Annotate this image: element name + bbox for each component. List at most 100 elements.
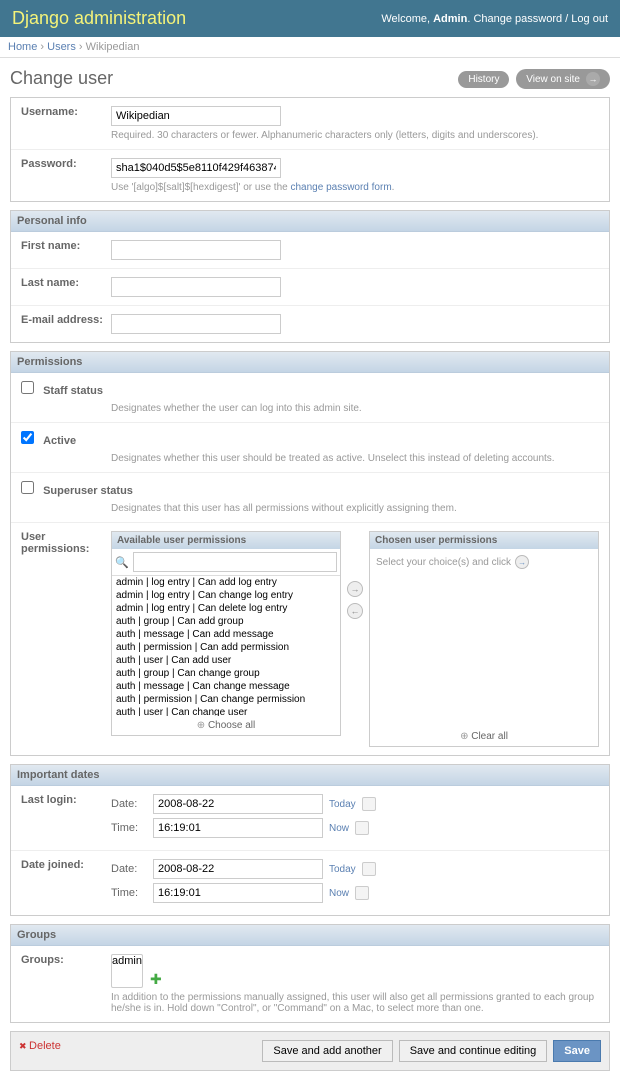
calendar-icon[interactable] bbox=[362, 862, 376, 876]
permission-option[interactable]: auth | group | Can add group bbox=[112, 615, 340, 628]
today-link[interactable]: Today bbox=[329, 799, 356, 810]
time-sublabel: Time: bbox=[111, 887, 147, 899]
available-title: Available user permissions bbox=[112, 532, 340, 549]
time-sublabel: Time: bbox=[111, 822, 147, 834]
delete-link[interactable]: Delete bbox=[19, 1040, 61, 1052]
permission-option[interactable]: auth | message | Can add message bbox=[112, 628, 340, 641]
group-option[interactable]: admin bbox=[112, 955, 142, 968]
add-icon: → bbox=[515, 555, 529, 569]
user-tools: Welcome, Admin. Change password / Log ou… bbox=[381, 13, 608, 25]
date-joined-time-input[interactable] bbox=[153, 883, 323, 903]
active-label[interactable]: Active bbox=[43, 435, 76, 447]
history-button[interactable]: History bbox=[458, 71, 509, 88]
email-input[interactable] bbox=[111, 314, 281, 334]
row-groups: Groups: admin ✚ In addition to the permi… bbox=[11, 946, 609, 1022]
row-active: Active Designates whether this user shou… bbox=[11, 423, 609, 473]
superuser-label[interactable]: Superuser status bbox=[43, 485, 133, 497]
breadcrumb-users[interactable]: Users bbox=[47, 41, 76, 53]
now-link[interactable]: Now bbox=[329, 888, 349, 899]
change-password-link[interactable]: Change password bbox=[473, 13, 562, 25]
now-link[interactable]: Now bbox=[329, 823, 349, 834]
user-permissions-label: User permissions: bbox=[21, 531, 105, 555]
last-login-time-input[interactable] bbox=[153, 818, 323, 838]
last-login-label: Last login: bbox=[21, 794, 105, 806]
groups-label: Groups: bbox=[21, 954, 105, 966]
permission-option[interactable]: auth | user | Can change user bbox=[112, 706, 340, 716]
password-input[interactable] bbox=[111, 158, 281, 178]
staff-help: Designates whether the user can log into… bbox=[111, 403, 599, 414]
staff-label[interactable]: Staff status bbox=[43, 385, 103, 397]
row-email: E-mail address: bbox=[11, 306, 609, 342]
object-tools: History View on site bbox=[454, 69, 610, 89]
permission-filter-input[interactable] bbox=[133, 552, 337, 572]
username-input[interactable] bbox=[111, 106, 281, 126]
site-title: Django administration bbox=[12, 8, 186, 29]
selector-filter: 🔍 bbox=[112, 549, 340, 576]
choose-all-link[interactable]: Choose all bbox=[112, 716, 340, 735]
permission-option[interactable]: auth | user | Can add user bbox=[112, 654, 340, 667]
last-name-label: Last name: bbox=[21, 277, 105, 289]
permission-option[interactable]: admin | log entry | Can add log entry bbox=[112, 576, 340, 589]
row-user-permissions: User permissions: Available user permiss… bbox=[11, 523, 609, 755]
available-select[interactable]: admin | log entry | Can add log entryadm… bbox=[112, 576, 340, 716]
date-joined-date-input[interactable] bbox=[153, 859, 323, 879]
permission-option[interactable]: admin | log entry | Can delete log entry bbox=[112, 602, 340, 615]
logout-link[interactable]: Log out bbox=[571, 13, 608, 25]
superuser-help: Designates that this user has all permis… bbox=[111, 503, 599, 514]
permission-option[interactable]: auth | message | Can change message bbox=[112, 680, 340, 693]
row-first-name: First name: bbox=[11, 232, 609, 269]
module-groups: Groups Groups: admin ✚ In addition to th… bbox=[10, 924, 610, 1023]
header: Django administration Welcome, Admin. Ch… bbox=[0, 0, 620, 37]
password-help: Use '[algo]$[salt]$[hexdigest]' or use t… bbox=[111, 182, 599, 193]
permission-option[interactable]: admin | log entry | Can change log entry bbox=[112, 589, 340, 602]
groups-help: In addition to the permissions manually … bbox=[111, 992, 599, 1014]
module-dates: Important dates Last login: Date: Today … bbox=[10, 764, 610, 916]
permission-option[interactable]: auth | group | Can change group bbox=[112, 667, 340, 680]
add-group-icon[interactable]: ✚ bbox=[150, 971, 162, 987]
permission-option[interactable]: auth | permission | Can change permissio… bbox=[112, 693, 340, 706]
chosen-permissions: Chosen user permissions Select your choi… bbox=[369, 531, 599, 747]
row-staff: Staff status Designates whether the user… bbox=[11, 373, 609, 423]
change-password-form-link[interactable]: change password form bbox=[290, 182, 391, 193]
branding: Django administration bbox=[12, 8, 186, 29]
chosen-help: Select your choice(s) and click → bbox=[370, 549, 598, 575]
first-name-input[interactable] bbox=[111, 240, 281, 260]
clock-icon[interactable] bbox=[355, 886, 369, 900]
row-last-login: Last login: Date: Today Time: Now bbox=[11, 786, 609, 851]
username-label: Username: bbox=[21, 106, 105, 118]
last-name-input[interactable] bbox=[111, 277, 281, 297]
view-on-site-button[interactable]: View on site bbox=[516, 69, 610, 89]
save-continue-button[interactable] bbox=[399, 1040, 548, 1062]
staff-checkbox[interactable] bbox=[21, 381, 34, 394]
permissions-selector: Available user permissions 🔍 admin | log… bbox=[111, 531, 599, 747]
remove-button[interactable]: ← bbox=[347, 603, 363, 619]
active-help: Designates whether this user should be t… bbox=[111, 453, 599, 464]
username-help: Required. 30 characters or fewer. Alphan… bbox=[111, 130, 599, 141]
module-permissions: Permissions Staff status Designates whet… bbox=[10, 351, 610, 756]
search-icon: 🔍 bbox=[115, 556, 129, 569]
welcome-text: Welcome, bbox=[381, 13, 430, 25]
row-last-name: Last name: bbox=[11, 269, 609, 306]
active-checkbox[interactable] bbox=[21, 431, 34, 444]
clear-all-link[interactable]: Clear all bbox=[370, 727, 598, 746]
date-sublabel: Date: bbox=[111, 798, 147, 810]
row-username: Username: Required. 30 characters or few… bbox=[11, 98, 609, 150]
first-name-label: First name: bbox=[21, 240, 105, 252]
module-personal: Personal info First name: Last name: E-m… bbox=[10, 210, 610, 343]
breadcrumb-home[interactable]: Home bbox=[8, 41, 37, 53]
permission-option[interactable]: auth | permission | Can add permission bbox=[112, 641, 340, 654]
date-joined-label: Date joined: bbox=[21, 859, 105, 871]
date-sublabel: Date: bbox=[111, 863, 147, 875]
calendar-icon[interactable] bbox=[362, 797, 376, 811]
superuser-checkbox[interactable] bbox=[21, 481, 34, 494]
chosen-select[interactable] bbox=[370, 575, 598, 727]
add-button[interactable]: → bbox=[347, 581, 363, 597]
save-button[interactable] bbox=[553, 1040, 601, 1062]
groups-select[interactable]: admin bbox=[111, 954, 143, 988]
last-login-date-input[interactable] bbox=[153, 794, 323, 814]
breadcrumb-current: Wikipedian bbox=[86, 41, 140, 53]
email-label: E-mail address: bbox=[21, 314, 105, 326]
clock-icon[interactable] bbox=[355, 821, 369, 835]
today-link[interactable]: Today bbox=[329, 864, 356, 875]
save-add-button[interactable] bbox=[262, 1040, 392, 1062]
